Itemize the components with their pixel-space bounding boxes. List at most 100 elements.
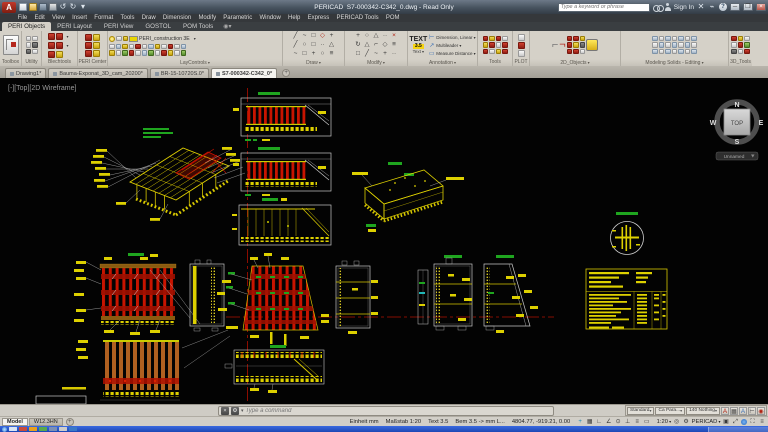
ribbon-tool-icon[interactable] [652,42,658,48]
style-combo-nothing[interactable]: 140 Nothing [686,407,720,415]
text-small-label[interactable]: Text [413,50,424,55]
panel-label-modeling[interactable]: Modeling Solids - Editing [621,59,728,66]
ribbon-tool-icon[interactable] [652,36,658,42]
break-tool-icon[interactable] [390,50,398,58]
menu-help[interactable]: Help [284,15,304,21]
viewcube-north[interactable]: N [734,102,739,109]
scale-tool-icon[interactable] [372,32,380,40]
search-icon[interactable] [653,4,662,11]
ribbon-tool-icon[interactable] [573,49,579,55]
mleader-style-icon[interactable]: A [739,407,747,415]
taskbar-app-icon[interactable] [9,427,17,431]
ribbon-tool-icon[interactable] [731,36,737,42]
ribbon-tool-icon[interactable] [48,33,55,40]
workspace-gear-icon[interactable]: ⚙ [682,418,690,426]
ribbon-tool-icon[interactable] [496,49,502,55]
panel-label-draw[interactable]: Draw [283,59,344,66]
ribbon-tool-icon[interactable] [148,44,154,50]
ribbon-tool-icon[interactable] [155,50,161,56]
multileader-button[interactable]: ↗Multileader [428,42,475,49]
divide-tool-icon[interactable] [310,50,318,58]
table-style-icon[interactable]: ▦ [730,407,738,415]
menu-modify[interactable]: Modify [195,15,220,21]
ribbon-tool-icon[interactable] [744,49,750,55]
infer-constraints-icon[interactable]: + [576,418,584,426]
layer-freeze-icon[interactable] [116,36,122,42]
plot-icon[interactable] [49,3,57,11]
ribbon-tool-icon[interactable] [32,42,38,48]
ribbon-tool-icon[interactable] [85,50,92,57]
text-size-value[interactable]: 3.5 [413,44,424,49]
status-menu-icon[interactable]: ≡ [758,418,766,426]
dim-style-icon[interactable]: ⊢ [748,407,756,415]
rotate-tool-icon[interactable] [363,32,371,40]
ribbon-tool-icon[interactable] [567,36,573,42]
section-view-d[interactable] [484,255,538,333]
menu-window[interactable]: Window [256,15,285,21]
menu-edit[interactable]: Edit [31,15,49,21]
workspace-switcher[interactable]: PERICAD [692,419,721,425]
menu-tools[interactable]: Tools [117,15,138,21]
ribbon-tool-icon[interactable] [691,42,697,48]
ribbon-tool-icon[interactable] [580,42,586,48]
rectangle-tool-icon[interactable] [310,32,318,40]
ribbon-tool-icon[interactable] [26,49,32,55]
ribbon-tool-icon[interactable] [502,49,508,55]
doc-tab-bauma[interactable]: Bauma-Exponat_3D_cam_20200* [48,68,147,78]
ribbon-tool-icon[interactable] [731,49,737,55]
ribbon-tool-icon[interactable] [685,49,691,55]
ribbon-tool-icon[interactable] [665,42,671,48]
iso-box-view[interactable] [352,162,464,232]
toolbar-lock-icon[interactable]: ▣ [722,418,730,426]
taskbar-app-icon[interactable] [39,427,47,431]
erase-tool-icon[interactable] [390,32,398,40]
ribbon-tool-icon[interactable] [731,42,737,48]
ribbon-tool-icon[interactable] [26,36,32,42]
yellow-elevation-view[interactable] [225,345,324,393]
panel-label-2d-objects[interactable]: 2D_Objects [530,59,620,66]
ribbon-tool-icon[interactable] [502,36,508,42]
taskbar-app-icon[interactable] [59,427,67,431]
model-space[interactable]: [-][Top][2D Wireframe] [0,78,768,404]
new-drawing-tab-button[interactable] [282,69,290,77]
scale-field[interactable]: Maßstab 1:20 [386,419,421,425]
ribbon-tool-icon[interactable] [48,42,55,49]
ribbon-tool-icon[interactable] [580,36,586,42]
menu-pom[interactable]: POM [382,15,403,21]
ribbon-tool-icon[interactable] [181,44,187,50]
measure-distance-button[interactable]: ▭Measure Distance [428,50,475,57]
iso-formwork-view[interactable] [91,128,245,221]
ribbon-tool-icon[interactable] [489,42,495,48]
command-input[interactable] [246,408,551,414]
unit-field[interactable]: Einheit mm [350,419,379,425]
ribbon-tool-icon[interactable] [181,50,187,56]
lineweight-icon[interactable]: ▭ [643,418,651,426]
layer-lock-icon[interactable] [123,36,129,42]
plot-tool-icon[interactable] [518,42,525,49]
performance-indicator-icon[interactable] [741,419,747,425]
new-layout-button[interactable] [66,418,74,426]
ribbon-tool-icon[interactable] [129,50,135,56]
ribbon-tool-icon[interactable] [168,50,174,56]
exchange-apps-icon[interactable]: ✕ [697,3,705,11]
undo-icon[interactable]: ↺ [59,3,67,11]
ribbon-tool-icon[interactable] [573,42,579,48]
panel-label-laycontrols[interactable]: LayControls [108,59,282,66]
save-icon[interactable] [39,3,47,11]
doc-tab-s7-active[interactable]: S7-000342-C342_0* [211,68,277,78]
ribbon-tool-icon[interactable] [32,49,38,55]
restore-button[interactable]: ❐ [743,3,753,11]
sign-in-label[interactable]: Sign In [674,4,694,11]
ribbon-tool-icon[interactable] [483,36,489,42]
new-file-icon[interactable] [19,3,27,11]
section-view-b[interactable] [336,261,378,334]
ribbon-tool-icon[interactable] [672,36,678,42]
ribbon-tool-icon[interactable] [168,44,174,50]
tab-peri-view[interactable]: PERI View [98,22,139,31]
ribbon-tool-icon[interactable] [580,49,586,55]
ortho-mode-icon[interactable]: ∟ [595,418,603,426]
ribbon-tool-icon[interactable] [483,49,489,55]
toolbox-icon[interactable] [3,35,19,55]
layer-on-icon[interactable] [109,36,115,42]
revcloud-tool-icon[interactable] [292,50,300,58]
